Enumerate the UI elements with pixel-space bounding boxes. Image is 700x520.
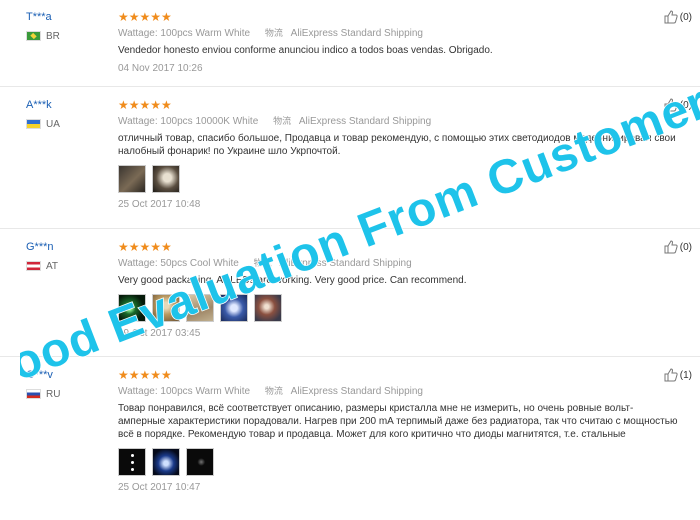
reviewer-country: AT — [26, 260, 58, 272]
thumbs-up-icon — [664, 368, 678, 382]
review-meta: Wattage: 50pcs Cool White 物流 AliExpress … — [118, 256, 678, 271]
helpful-count: (0) — [679, 99, 692, 111]
helpful-button[interactable]: (1) — [664, 368, 692, 382]
reviewer-name[interactable]: A***k — [26, 98, 60, 112]
review-text: отличный товар, спасибо большое, Продавц… — [118, 133, 676, 157]
reviewer-country: BR — [26, 30, 60, 42]
review-text: Товар понравился, всё соответствует опис… — [118, 403, 678, 440]
thumbs-up-icon — [664, 240, 678, 254]
review-date: 09 Oct 2017 03:45 — [118, 328, 201, 339]
helpful-button[interactable]: (0) — [664, 98, 692, 112]
helpful-button[interactable]: (0) — [664, 10, 692, 24]
shipping-icon: 物流 — [273, 116, 292, 126]
review-photo-thumbnail[interactable] — [118, 165, 146, 193]
country-code: RU — [46, 388, 61, 400]
country-code: UA — [46, 118, 60, 130]
reviewer-name[interactable]: T***a — [26, 10, 60, 24]
review-content: ★★★★★ Wattage: 100pcs Warm White 物流 AliE… — [118, 368, 678, 493]
star-rating: ★★★★★ — [118, 368, 172, 382]
thumbs-up-icon — [664, 10, 678, 24]
review-photo-thumbnail[interactable] — [254, 294, 282, 322]
helpful-count: (0) — [679, 11, 692, 23]
reviewer-info: T***a BR — [26, 10, 60, 42]
wattage-option: Wattage: 50pcs Cool White — [118, 258, 239, 269]
review-photos — [118, 448, 678, 476]
review-meta: Wattage: 100pcs 10000K White 物流 AliExpre… — [118, 114, 678, 129]
review-content: ★★★★★ Wattage: 50pcs Cool White 物流 AliEx… — [118, 240, 678, 339]
shipping-method: AliExpress Standard Shipping — [290, 386, 423, 397]
wattage-option: Wattage: 100pcs Warm White — [118, 28, 251, 39]
review-photo-thumbnail[interactable] — [152, 165, 180, 193]
flag-br-icon — [26, 31, 41, 41]
review-content: ★★★★★ Wattage: 100pcs 10000K White 物流 Al… — [118, 98, 678, 210]
review-item: A***k UA ★★★★★ Wattage: 100pcs 10000K Wh… — [0, 98, 700, 229]
wattage-option: Wattage: 100pcs 10000K White — [118, 116, 259, 127]
wattage-option: Wattage: 100pcs Warm White — [118, 386, 251, 397]
flag-ru-icon — [26, 389, 41, 399]
thumbs-up-icon — [664, 98, 678, 112]
star-rating: ★★★★★ — [118, 98, 172, 112]
shipping-method: AliExpress Standard Shipping — [290, 28, 423, 39]
shipping-method: AliExpress Standard Shipping — [279, 258, 412, 269]
flag-at-icon — [26, 261, 41, 271]
review-photo-thumbnail[interactable] — [220, 294, 248, 322]
country-code: BR — [46, 30, 60, 42]
review-photos — [118, 294, 678, 322]
helpful-count: (1) — [679, 369, 692, 381]
review-item: O***v RU ★★★★★ Wattage: 100pcs Warm Whit… — [0, 368, 700, 520]
shipping-icon: 物流 — [253, 258, 272, 268]
review-content: ★★★★★ Wattage: 100pcs Warm White 物流 AliE… — [118, 10, 678, 74]
review-item: T***a BR ★★★★★ Wattage: 100pcs Warm Whit… — [0, 10, 700, 87]
review-meta: Wattage: 100pcs Warm White 物流 AliExpress… — [118, 384, 678, 399]
star-rating: ★★★★★ — [118, 240, 172, 254]
reviewer-country: UA — [26, 118, 60, 130]
review-photo-thumbnail[interactable] — [186, 448, 214, 476]
review-photo-thumbnail[interactable] — [152, 294, 180, 322]
reviewer-country: RU — [26, 388, 60, 400]
review-text: Very good packaging. All LEDs are workin… — [118, 275, 467, 286]
country-code: AT — [46, 260, 59, 272]
review-meta: Wattage: 100pcs Warm White 物流 AliExpress… — [118, 26, 678, 41]
review-date: 25 Oct 2017 10:48 — [118, 199, 201, 210]
review-photo-thumbnail[interactable] — [152, 448, 180, 476]
review-date: 25 Oct 2017 10:47 — [118, 482, 201, 493]
reviewer-name[interactable]: G***n — [26, 240, 58, 254]
review-item: G***n AT ★★★★★ Wattage: 50pcs Cool White… — [0, 240, 700, 357]
shipping-icon: 物流 — [264, 386, 283, 396]
shipping-icon: 物流 — [264, 28, 283, 38]
reviewer-name[interactable]: O***v — [26, 368, 60, 382]
reviewer-info: G***n AT — [26, 240, 58, 272]
review-photo-thumbnail[interactable] — [186, 294, 214, 322]
review-photo-thumbnail[interactable] — [118, 294, 146, 322]
star-rating: ★★★★★ — [118, 10, 172, 24]
helpful-button[interactable]: (0) — [664, 240, 692, 254]
review-text: Vendedor honesto enviou conforme anuncio… — [118, 45, 493, 56]
reviewer-info: A***k UA — [26, 98, 60, 130]
review-photo-thumbnail[interactable] — [118, 448, 146, 476]
helpful-count: (0) — [679, 241, 692, 253]
flag-ua-icon — [26, 119, 41, 129]
review-photos — [118, 165, 678, 193]
reviewer-info: O***v RU — [26, 368, 60, 400]
review-date: 04 Nov 2017 10:26 — [118, 63, 203, 74]
shipping-method: AliExpress Standard Shipping — [298, 116, 432, 127]
